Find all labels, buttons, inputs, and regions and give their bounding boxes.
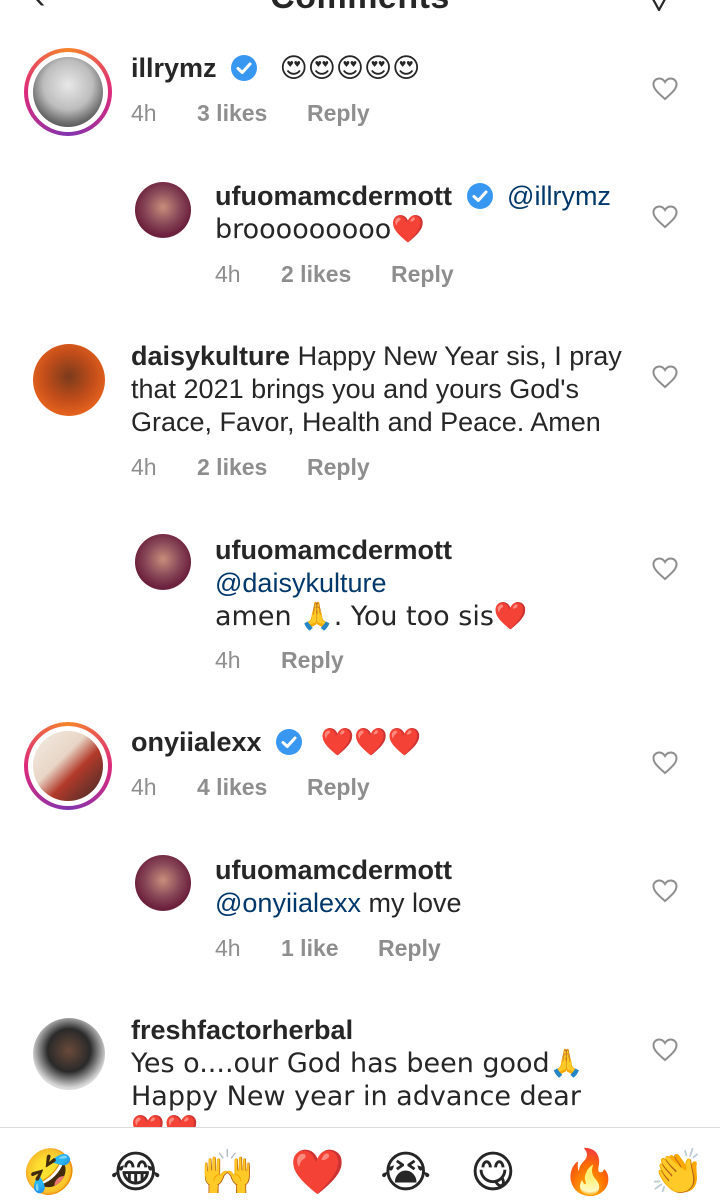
reply-button[interactable]: Reply [307, 100, 370, 127]
comment-meta: 4h 3 likes Reply [131, 100, 370, 127]
emoji-joy-icon[interactable]: 😂 [110, 1148, 161, 1198]
comment-time: 4h [131, 100, 157, 126]
comment-time: 4h [131, 454, 157, 480]
comment-username[interactable]: illrymz [131, 53, 217, 83]
reply-button[interactable]: Reply [281, 647, 344, 674]
comment-text: my love [360, 888, 462, 918]
comment-username[interactable]: freshfactorherbal [131, 1015, 353, 1045]
like-heart-icon[interactable] [652, 557, 678, 581]
comment-item: freshfactorherbal Yes o....our God has b… [0, 1004, 720, 1145]
likes-count[interactable]: 2 likes [281, 261, 391, 288]
mention-link[interactable]: @illrymz [507, 181, 611, 211]
avatar[interactable] [33, 731, 103, 801]
reply-button[interactable]: Reply [307, 454, 370, 481]
comment-username[interactable]: daisykulture [131, 341, 290, 371]
likes-count[interactable]: 4 likes [197, 774, 307, 801]
like-heart-icon[interactable] [652, 751, 678, 775]
like-heart-icon[interactable] [652, 879, 678, 903]
like-heart-icon[interactable] [652, 365, 678, 389]
like-heart-icon[interactable] [652, 1038, 678, 1062]
emoji-fire-icon[interactable]: 🔥 [562, 1148, 617, 1198]
comment-meta: 4h 4 likes Reply [131, 774, 370, 801]
verified-badge-icon [276, 729, 303, 755]
avatar[interactable] [135, 182, 191, 238]
emoji-clap-icon[interactable]: 👏 [650, 1148, 705, 1198]
avatar[interactable] [135, 534, 191, 590]
reply-button[interactable]: Reply [391, 261, 454, 288]
emoji-heart-icon[interactable]: ❤️ [290, 1148, 345, 1198]
comment-item: daisykulture Happy New Year sis, I pray … [0, 330, 720, 500]
emoji-yum-icon[interactable]: 😋 [470, 1148, 516, 1198]
emoji-raised-hands-icon[interactable]: 🙌 [200, 1148, 255, 1198]
verified-badge-icon [466, 183, 493, 209]
avatar[interactable] [33, 344, 105, 416]
comment-text: brooooooooo❤️ [215, 214, 425, 245]
mention-link[interactable]: @daisykulture [215, 568, 386, 598]
emoji-rofl-icon[interactable]: 🤣 [22, 1148, 77, 1198]
comment-username[interactable]: ufuomamcdermott [215, 181, 452, 211]
likes-count[interactable]: 1 like [281, 935, 378, 962]
comment-meta: 4h 1 like Reply [215, 935, 441, 962]
like-heart-icon[interactable] [652, 205, 678, 229]
comment-time: 4h [215, 935, 241, 961]
likes-count[interactable]: 3 likes [197, 100, 307, 127]
verified-badge-icon [231, 55, 258, 81]
reply-button[interactable]: Reply [307, 774, 370, 801]
reply-item: ufuomamcdermott @illrymz brooooooooo❤️ 4… [0, 170, 720, 300]
comment-text: ❤️❤️❤️ [320, 727, 422, 758]
comment-meta: 4h Reply [215, 647, 344, 674]
comment-time: 4h [215, 647, 241, 673]
likes-count[interactable]: 2 likes [197, 454, 307, 481]
avatar[interactable] [135, 855, 191, 911]
reply-item: ufuomamcdermott @onyiialexx my love 4h 1… [0, 846, 720, 976]
comment-username[interactable]: ufuomamcdermott [215, 535, 452, 565]
comment-text: 😍😍😍😍😍 [279, 53, 421, 84]
comment-text: amen 🙏. You too sis❤️ [215, 601, 528, 632]
comment-time: 4h [215, 261, 241, 287]
reply-button[interactable]: Reply [378, 935, 441, 962]
comment-username[interactable]: ufuomamcdermott [215, 855, 452, 885]
avatar[interactable] [33, 1018, 105, 1090]
comment-username[interactable]: onyiialexx [131, 727, 262, 757]
comment-meta: 4h 2 likes Reply [131, 454, 370, 481]
mention-link[interactable]: @onyiialexx [215, 888, 361, 918]
comment-time: 4h [131, 774, 157, 800]
emoji-crying-icon[interactable]: 😭 [380, 1148, 431, 1198]
comment-item: illrymz 😍😍😍😍😍 4h 3 likes Reply [0, 0, 720, 150]
like-heart-icon[interactable] [652, 77, 678, 101]
comment-item: onyiialexx ❤️❤️❤️ 4h 4 likes Reply [0, 712, 720, 822]
emoji-reaction-bar: 🤣 😂 🙌 ❤️ 😭 😋 🔥 👏 [0, 1127, 720, 1203]
comment-meta: 4h 2 likes Reply [215, 261, 454, 288]
avatar[interactable] [33, 57, 103, 127]
reply-item: ufuomamcdermott @daisykulture amen 🙏. Yo… [0, 524, 720, 684]
